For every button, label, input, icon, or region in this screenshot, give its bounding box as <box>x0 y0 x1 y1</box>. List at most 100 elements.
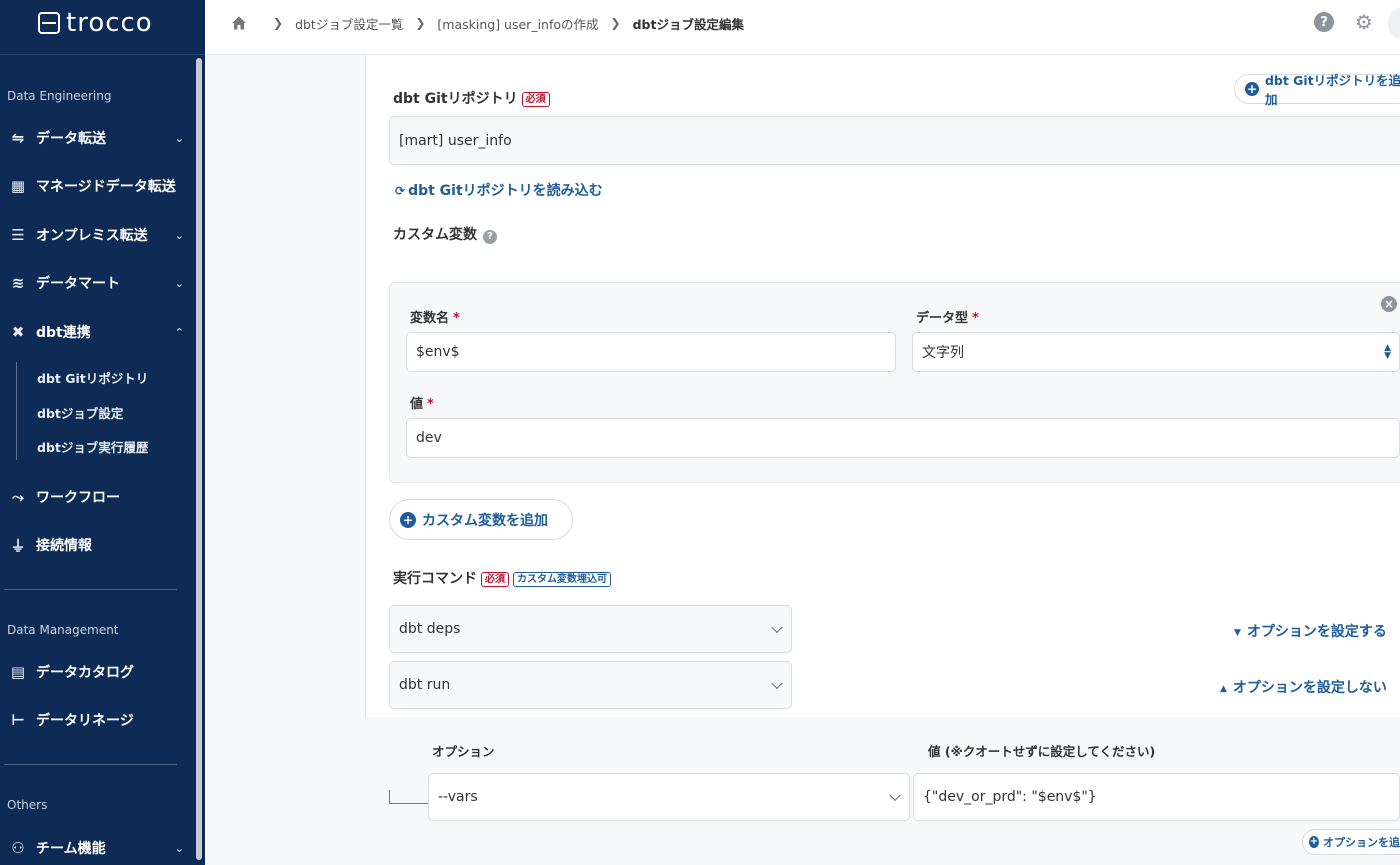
chevron-down-icon: ⌄ <box>174 228 184 242</box>
sidebar-item-label: チーム機能 <box>36 841 106 857</box>
caret-down-icon: ▼ <box>1234 628 1241 638</box>
transfer-icon: ⇋ <box>11 129 25 147</box>
option-column-header: オプション <box>432 744 495 759</box>
sidebar-item-label: ワークフロー <box>36 490 120 506</box>
value-label-text: 値 <box>410 397 424 412</box>
add-custom-var-label: カスタム変数を追加 <box>422 512 548 529</box>
command-select-run[interactable]: dbt run <box>389 661 792 709</box>
sidebar-item-data-catalog[interactable]: ▤ データカタログ <box>0 652 196 692</box>
trocco-logo[interactable]: trocco <box>38 8 153 38</box>
required-star: * <box>427 397 434 412</box>
data-type-label: データ型 * <box>916 307 979 326</box>
commands-label: 実行コマンド 必須 カスタム変数埋込可 <box>393 568 611 588</box>
breadcrumb-item-job[interactable]: [masking] user_infoの作成 <box>437 14 598 33</box>
plus-circle-icon: + <box>1245 82 1259 96</box>
sidebar-item-team[interactable]: ⚇ チーム機能 ⌄ <box>0 828 196 865</box>
option-value-input[interactable]: {"dev_or_prd": "$env$"} <box>913 773 1400 821</box>
command-value: dbt run <box>399 677 451 693</box>
caret-up-icon: ▲ <box>1220 684 1227 694</box>
sidebar-item-label: データ転送 <box>36 131 106 147</box>
chevron-down-icon <box>889 789 901 802</box>
submenu-line <box>16 362 17 460</box>
chevron-down-icon: ⌄ <box>174 131 184 145</box>
sidebar-divider <box>4 764 177 765</box>
add-option-button[interactable]: + オプションを追加 <box>1302 829 1400 855</box>
plug-icon: ⏚ <box>10 536 26 555</box>
sidebar-item-connections[interactable]: ⏚ 接続情報 <box>0 525 196 565</box>
repo-label-text: dbt Gitリポジトリ <box>393 91 518 107</box>
catalog-icon: ▤ <box>10 663 26 681</box>
chevron-down-icon <box>771 677 783 690</box>
sidebar-item-label: オンプレミス転送 <box>36 228 148 244</box>
plus-circle-icon: + <box>1309 836 1319 848</box>
gear-icon[interactable]: ⚙ <box>1354 10 1374 34</box>
sidebar-subitem-dbt-job-history[interactable]: dbtジョブ実行履歴 <box>37 437 148 456</box>
repo-select[interactable]: [mart] user_info <box>389 116 1400 165</box>
repo-label: dbt Gitリポジトリ 必須 <box>393 88 550 108</box>
sidebar-item-managed-transfer[interactable]: ▦ マネージドデータ転送 <box>0 166 196 206</box>
data-type-value: 文字列 <box>922 345 964 361</box>
var-name-label: 変数名 * <box>410 307 460 326</box>
sidebar-item-datamart[interactable]: ≋ データマート ⌄ <box>0 263 196 303</box>
question-circle-icon[interactable]: ? <box>483 230 497 244</box>
option-toggle-label: オプションを設定する <box>1246 624 1387 640</box>
breadcrumb: ❯ dbtジョブ設定一覧 ❯ [masking] user_infoの作成 ❯ … <box>231 14 744 32</box>
option-toggle-deps[interactable]: ▼ オプションを設定する <box>1234 621 1387 641</box>
command-value: dbt deps <box>399 621 461 637</box>
server-icon: ☰ <box>11 226 25 244</box>
var-value-input[interactable]: dev <box>406 418 1400 458</box>
logo-divider <box>0 54 205 55</box>
sidebar-item-label: データカタログ <box>36 665 134 681</box>
home-icon[interactable] <box>231 15 247 31</box>
option-toggle-run[interactable]: ▲ オプションを設定しない <box>1220 677 1387 697</box>
option-value: --vars <box>438 789 478 805</box>
team-icon: ⚇ <box>11 839 25 857</box>
sidebar-item-onpremise-transfer[interactable]: ☰ オンプレミス転送 ⌄ <box>0 215 196 255</box>
logo-text: trocco <box>66 8 153 38</box>
sidebar-subitem-dbt-job-settings[interactable]: dbtジョブ設定 <box>37 403 123 422</box>
breadcrumb-item-job-list[interactable]: dbtジョブ設定一覧 <box>295 14 403 33</box>
sidebar-item-label: マネージドデータ転送 <box>36 179 176 195</box>
chevron-up-icon: ⌃ <box>174 325 184 339</box>
required-star: * <box>453 311 460 326</box>
lineage-icon: ⊢ <box>11 711 25 729</box>
updown-icon: ▲ ▼ <box>1384 343 1391 361</box>
close-icon[interactable]: × <box>1381 296 1397 312</box>
sidebar-item-label: dbt連携 <box>36 325 91 341</box>
sidebar-item-label: データリネージ <box>36 713 134 729</box>
var-name-input[interactable]: $env$ <box>406 332 896 372</box>
chevron-down-icon: ⌄ <box>174 841 184 855</box>
required-badge: 必須 <box>481 572 509 587</box>
add-repo-button[interactable]: + dbt Gitリポジトリを追加 <box>1234 73 1400 107</box>
option-toggle-label: オプションを設定しない <box>1232 680 1387 696</box>
sidebar-subitem-dbt-git-repo[interactable]: dbt Gitリポジトリ <box>37 368 148 387</box>
sidebar-item-data-lineage[interactable]: ⊢ データリネージ <box>0 700 196 740</box>
value-column-header: 値 (※クオートせずに設定してください) <box>928 744 1156 759</box>
sidebar-scrollbar[interactable] <box>196 58 202 860</box>
breadcrumb-current: dbtジョブ設定編集 <box>632 16 744 32</box>
sidebar-item-dbt[interactable]: ✖ dbt連携 ⌃ <box>0 312 196 352</box>
grid-icon: ▦ <box>10 177 26 195</box>
chevron-right-icon: ❯ <box>273 16 284 30</box>
sidebar: trocco Data Engineering ⇋ データ転送 ⌄ ▦ マネージ… <box>0 0 205 865</box>
add-repo-label: dbt Gitリポジトリを追加 <box>1264 73 1400 107</box>
required-star: * <box>972 311 979 326</box>
custom-vars-label-text: カスタム変数 <box>393 227 477 243</box>
chevron-down-icon <box>771 621 783 634</box>
section-label-data-management: Data Management <box>7 623 119 637</box>
value-label: 値 * <box>410 393 434 412</box>
help-icon[interactable]: ? <box>1314 12 1334 32</box>
add-custom-var-button[interactable]: + カスタム変数を追加 <box>389 499 573 540</box>
plus-circle-icon: + <box>400 511 416 528</box>
dbt-icon: ✖ <box>11 323 25 341</box>
reload-repo-link[interactable]: ⟳ dbt Gitリポジトリを読み込む <box>395 180 603 200</box>
command-select-deps[interactable]: dbt deps <box>389 605 792 653</box>
option-select[interactable]: --vars <box>428 773 910 821</box>
data-type-select[interactable]: 文字列 ▲ ▼ <box>912 332 1400 372</box>
avatar[interactable] <box>1388 8 1400 38</box>
database-icon: ≋ <box>11 274 25 292</box>
workflow-icon: ⤳ <box>11 488 24 506</box>
sidebar-item-data-transfer[interactable]: ⇋ データ転送 ⌄ <box>0 118 196 158</box>
sidebar-item-workflow[interactable]: ⤳ ワークフロー <box>0 477 196 517</box>
custom-vars-label: カスタム変数? <box>393 224 497 244</box>
